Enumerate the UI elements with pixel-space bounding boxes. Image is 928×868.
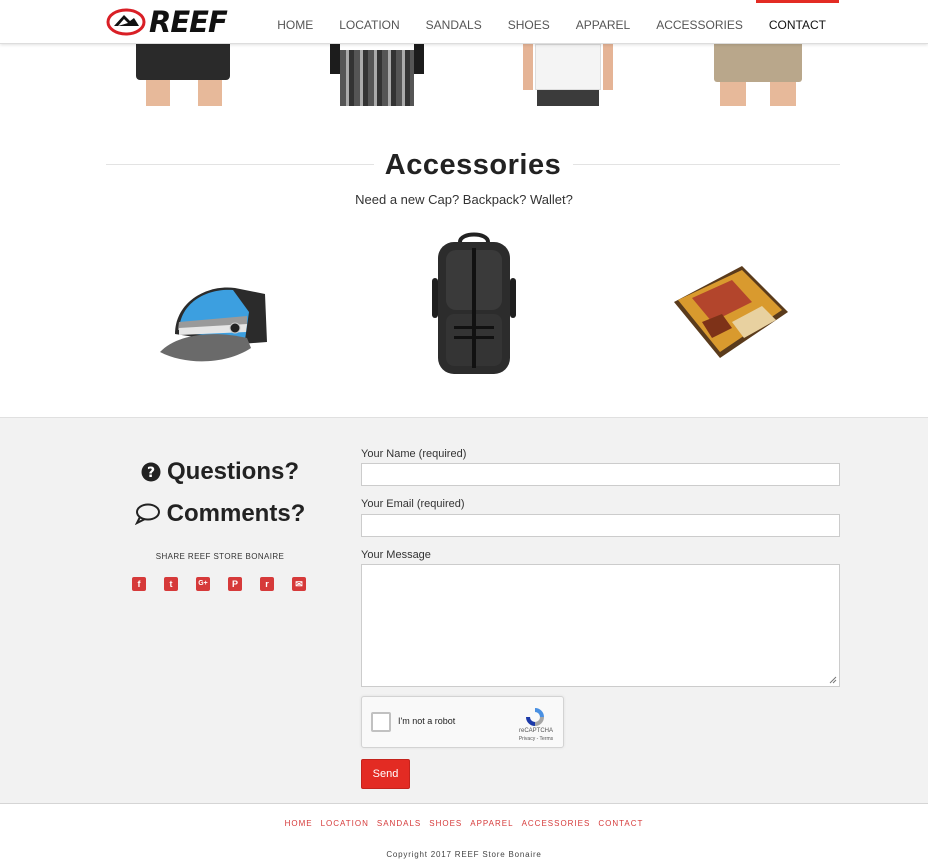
footer-link-home[interactable]: HOME [285, 819, 313, 828]
recaptcha-links[interactable]: Privacy - Terms [512, 736, 560, 742]
resize-grip-icon[interactable] [829, 676, 837, 684]
share-label: SHARE REEF STORE BONAIRE [155, 552, 285, 561]
nav-home[interactable]: HOME [264, 0, 326, 44]
name-label: Your Name (required) [361, 448, 467, 460]
social-share-links: f t G+ P r ✉ [132, 577, 306, 591]
svg-text:?: ? [147, 465, 155, 481]
recaptcha-widget: I'm not a robot reCAPTCHA Privacy - Term… [361, 696, 564, 748]
reef-logo-icon [106, 8, 146, 36]
recaptcha-brand: reCAPTCHA [518, 728, 553, 734]
email-field[interactable] [361, 514, 840, 537]
site-header: REEF HOME LOCATION SANDALS SHOES APPAREL… [0, 0, 928, 44]
nav-location[interactable]: LOCATION [326, 0, 412, 44]
google-plus-icon[interactable]: G+ [196, 577, 210, 591]
apparel-product-strip [0, 44, 928, 108]
footer-link-accessories[interactable]: ACCESSORIES [522, 819, 591, 828]
accessories-title: Accessories [384, 149, 562, 181]
comment-bubble-icon [134, 503, 160, 525]
apparel-image-white-tee[interactable] [523, 44, 613, 106]
cap-illustration [160, 287, 267, 362]
comments-heading: Comments? [106, 500, 334, 528]
pinterest-icon[interactable]: P [228, 577, 242, 591]
name-field[interactable] [361, 463, 840, 486]
questions-heading: ? Questions? [106, 458, 334, 486]
footer-nav: HOME LOCATION SANDALS SHOES APPAREL ACCE… [0, 819, 928, 828]
accessory-backpack-image[interactable] [430, 230, 518, 378]
apparel-image-shorts-black[interactable] [136, 44, 230, 106]
footer-link-contact[interactable]: CONTACT [598, 819, 643, 828]
footer-link-location[interactable]: LOCATION [321, 819, 369, 828]
nav-contact[interactable]: CONTACT [755, 0, 839, 44]
email-icon[interactable]: ✉ [292, 577, 306, 591]
apparel-image-shorts-plaid[interactable] [330, 44, 424, 106]
copyright-text: Copyright 2017 REEF Store Bonaire [386, 850, 542, 859]
contact-section: ? Questions? Comments? SHARE REEF STORE … [0, 417, 928, 804]
email-label: Your Email (required) [361, 498, 465, 510]
accessories-heading-row: Accessories [106, 146, 840, 184]
accessories-subtitle: Need a new Cap? Backpack? Wallet? [355, 192, 573, 207]
footer-link-sandals[interactable]: SANDALS [377, 819, 421, 828]
nav-accessories[interactable]: ACCESSORIES [643, 0, 756, 44]
nav-apparel[interactable]: APPAREL [563, 0, 643, 44]
facebook-icon[interactable]: f [132, 577, 146, 591]
main-nav: HOME LOCATION SANDALS SHOES APPAREL ACCE… [264, 0, 839, 44]
nav-sandals[interactable]: SANDALS [413, 0, 495, 44]
wallet-illustration [674, 266, 788, 358]
twitter-icon[interactable]: t [164, 577, 178, 591]
send-button[interactable]: Send [361, 759, 410, 789]
nav-shoes[interactable]: SHOES [495, 0, 563, 44]
accessory-cap-image[interactable] [157, 282, 269, 364]
footer-link-apparel[interactable]: APPAREL [470, 819, 513, 828]
backpack-illustration [432, 232, 516, 374]
questions-text: Questions? [166, 458, 299, 485]
footer-link-shoes[interactable]: SHOES [429, 819, 462, 828]
reef-logo[interactable]: REEF [106, 6, 242, 38]
recaptcha-logo-icon [526, 708, 544, 726]
message-label: Your Message [361, 549, 431, 561]
message-field[interactable] [361, 564, 840, 687]
accessory-wallet-image[interactable] [672, 262, 790, 360]
reddit-icon[interactable]: r [260, 577, 274, 591]
logo-wordmark: REEF [149, 5, 228, 39]
comments-text: Comments? [166, 500, 306, 527]
recaptcha-checkbox[interactable] [371, 712, 391, 732]
recaptcha-label: I'm not a robot [398, 716, 456, 726]
apparel-image-khaki-shorts[interactable] [714, 44, 802, 106]
question-circle-icon: ? [141, 462, 161, 482]
